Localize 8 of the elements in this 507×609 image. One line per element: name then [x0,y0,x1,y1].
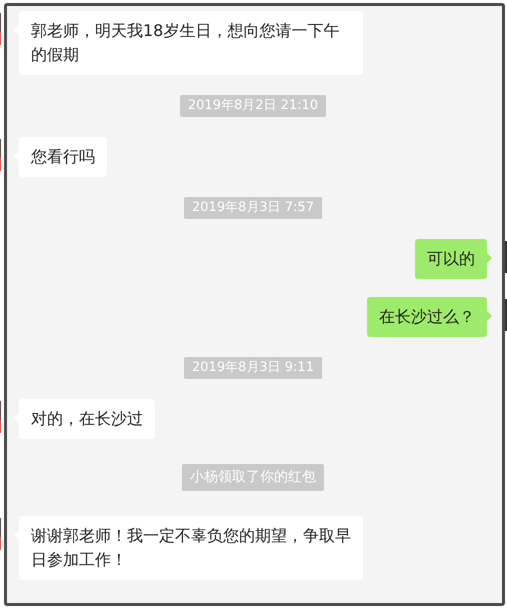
message-bubble: 您看行吗 [19,137,107,177]
message-bubble: 谢谢郭老师！我一定不辜负您的期望，争取早日参加工作！ [19,516,363,580]
bubble-tail [487,311,492,321]
message-bubble: 可以的 [415,239,487,279]
message-bubble: 在长沙过么？ [367,297,487,337]
message-bubble: 郭老师，明天我18岁生日，想向您请一下午的假期 [19,11,363,75]
bubble-tail [487,253,492,263]
message-bubble: 对的，在长沙过 [19,399,155,439]
